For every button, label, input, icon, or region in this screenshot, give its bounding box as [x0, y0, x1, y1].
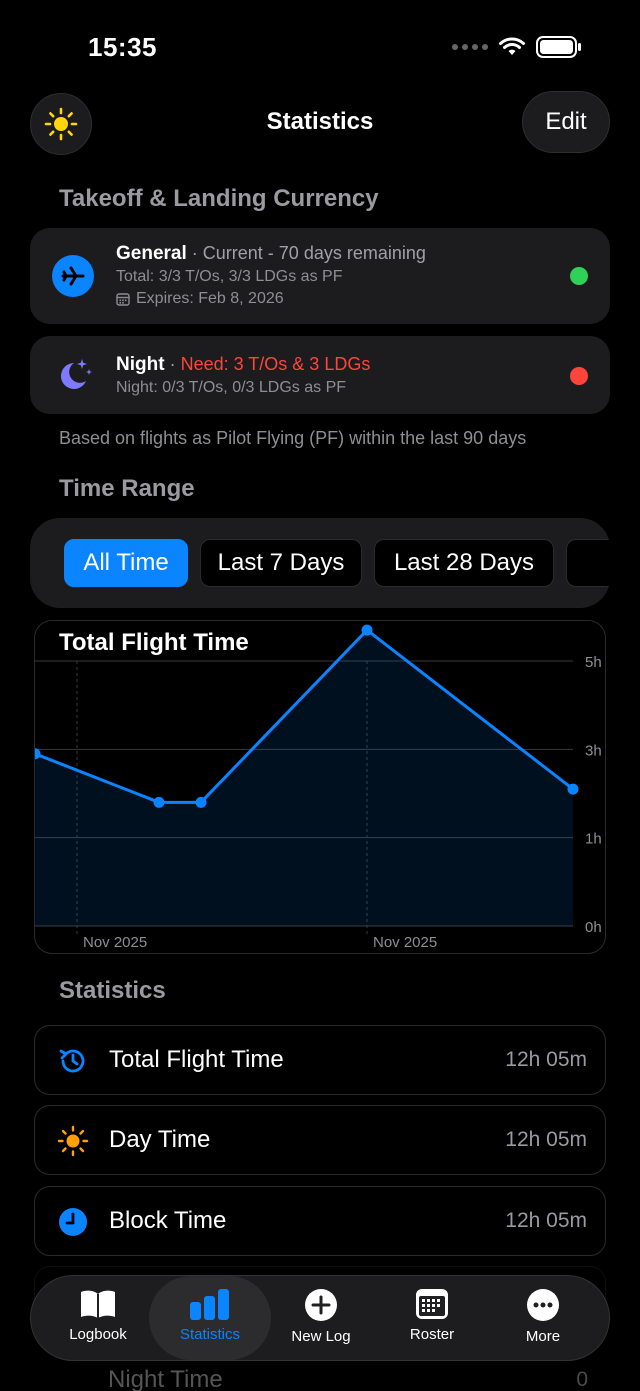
night-currency-title: Night · Need: 3 T/Os & 3 LDGs — [116, 354, 370, 376]
sun-icon — [57, 1125, 89, 1157]
chart-area-fill — [35, 630, 573, 926]
night-currency-card[interactable]: Night · Need: 3 T/Os & 3 LDGs Night: 0/3… — [30, 336, 610, 414]
night-detail: Night: 0/3 T/Os, 0/3 LDGs as PF — [116, 379, 347, 396]
chart-title: Total Flight Time — [59, 629, 249, 656]
tab-more[interactable]: More — [488, 1276, 598, 1360]
stat-label: Block Time — [109, 1207, 227, 1234]
night-separator: · — [169, 354, 176, 374]
range-last-28-days[interactable]: Last 28 Days — [374, 539, 554, 587]
stat-row-block-time[interactable]: Block Time 12h 05m — [34, 1186, 606, 1256]
navigation-bar: Statistics Edit — [0, 90, 640, 156]
general-expires-text: Expires: Feb 8, 2026 — [136, 290, 284, 307]
currency-section-header: Takeoff & Landing Currency — [59, 185, 379, 212]
tab-statistics[interactable]: Statistics — [149, 1276, 271, 1360]
tab-new-log[interactable]: New Log — [266, 1276, 376, 1360]
ellipsis-circle-icon — [527, 1289, 559, 1321]
stat-value: 12h 05m — [505, 1128, 587, 1151]
chart-plot: 5h 3h 1h 0h Nov 2025 Nov 2025 — [35, 624, 602, 951]
y-tick-label: 0h — [585, 919, 602, 936]
status-time: 15:35 — [88, 32, 157, 62]
status-bar: 15:35 — [0, 0, 640, 90]
chart-data-point — [567, 783, 579, 795]
range-more-option[interactable] — [566, 539, 610, 587]
tab-label: Statistics — [179, 1326, 240, 1343]
stat-value: 12h 05m — [505, 1048, 587, 1071]
cellular-signal-icon — [452, 44, 488, 50]
tab-label: Logbook — [69, 1326, 127, 1343]
book-icon — [81, 1290, 115, 1318]
y-tick-label: 5h — [585, 654, 602, 671]
currency-footnote: Based on flights as Pilot Flying (PF) wi… — [59, 428, 527, 448]
moon-stars-icon — [52, 355, 94, 397]
tab-bar: Logbook Statistics New Log Roster More — [30, 1275, 610, 1361]
status-icons — [452, 36, 582, 58]
stat-label: Total Flight Time — [109, 1046, 284, 1073]
stat-value: 12h 05m — [505, 1209, 587, 1232]
airplane-icon — [52, 255, 94, 297]
edit-button[interactable]: Edit — [522, 91, 610, 153]
y-tick-label: 1h — [585, 831, 602, 848]
chart-data-point — [361, 624, 373, 636]
stat-row-night-time-value: 0 — [576, 1368, 588, 1391]
general-status-dot — [570, 267, 588, 285]
clock-icon — [57, 1206, 89, 1238]
total-flight-time-chart: 5h 3h 1h 0h Nov 2025 Nov 2025 Total Flight Ti… — [34, 620, 606, 954]
stat-row-day-time[interactable]: Day Time 12h 05m — [34, 1105, 606, 1175]
general-currency-card[interactable]: General · Current - 70 days remaining To… — [30, 228, 610, 324]
time-range-selector: All Time Last 7 Days Last 28 Days — [30, 518, 610, 608]
x-tick-label: Nov 2025 — [373, 934, 437, 951]
x-tick-label: Nov 2025 — [83, 934, 147, 951]
wifi-icon — [499, 37, 525, 55]
battery-icon — [536, 36, 581, 58]
clock-history-icon — [57, 1045, 89, 1077]
time-range-header: Time Range — [59, 475, 195, 502]
stat-row-night-time-label: Night Time — [108, 1366, 223, 1391]
night-status-dot — [570, 367, 588, 385]
general-status: · Current - 70 days remaining — [191, 243, 426, 263]
tab-label: New Log — [291, 1328, 351, 1345]
y-tick-label: 3h — [585, 742, 602, 759]
plus-circle-icon — [305, 1289, 337, 1321]
chart-bars-icon — [190, 1289, 229, 1320]
tab-label: More — [525, 1328, 561, 1345]
tab-logbook[interactable]: Logbook — [43, 1276, 153, 1360]
night-label: Night — [116, 354, 165, 375]
tab-roster[interactable]: Roster — [377, 1276, 487, 1360]
general-expiry: Expires: Feb 8, 2026 — [116, 290, 284, 308]
general-currency-title: General · Current - 70 days remaining — [116, 243, 426, 265]
calendar-grid-icon — [416, 1289, 448, 1319]
tab-label: Roster — [409, 1326, 455, 1343]
general-label: General — [116, 243, 187, 264]
range-last-7-days[interactable]: Last 7 Days — [200, 539, 362, 587]
stat-label: Day Time — [109, 1126, 211, 1153]
chart-data-point — [195, 796, 207, 808]
night-status: Need: 3 T/Os & 3 LDGs — [180, 354, 371, 374]
calendar-icon — [116, 293, 130, 306]
range-all-time[interactable]: All Time — [64, 539, 188, 587]
statistics-header: Statistics — [59, 977, 166, 1004]
stat-row-total-flight-time[interactable]: Total Flight Time 12h 05m — [34, 1025, 606, 1095]
general-total: Total: 3/3 T/Os, 3/3 LDGs as PF — [116, 268, 343, 285]
chart-data-point — [153, 796, 165, 808]
